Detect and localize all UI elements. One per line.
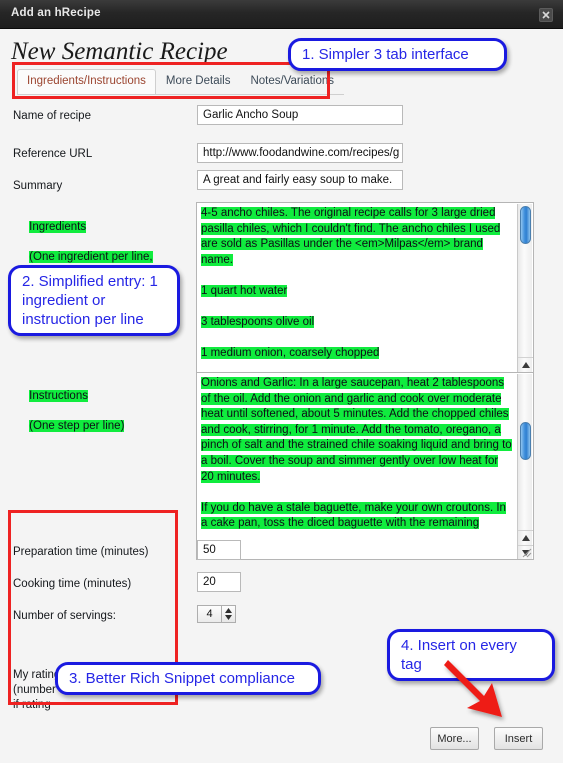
label-ingredients-line2: (One ingredient per line, bbox=[29, 251, 153, 263]
instructions-scrollbar-thumb[interactable] bbox=[520, 422, 531, 460]
label-number-of-servings: Number of servings: bbox=[13, 610, 116, 622]
stepper-down-icon[interactable] bbox=[225, 615, 232, 620]
annotation-callout-2: 2. Simplified entry: 1 ingredient or ins… bbox=[8, 265, 180, 336]
scroll-up-icon[interactable] bbox=[518, 357, 533, 372]
ingredient-line-2: 3 tablespoons olive oil bbox=[201, 316, 315, 329]
label-cooking-time: Cooking time (minutes) bbox=[13, 578, 132, 590]
ingredient-line-0: 4-5 ancho chiles. The original recipe ca… bbox=[201, 207, 501, 266]
label-reference-url: Reference URL bbox=[13, 148, 93, 160]
scroll-up-icon[interactable] bbox=[518, 530, 533, 545]
more-button[interactable]: More... bbox=[430, 727, 479, 750]
resize-grip-icon[interactable] bbox=[519, 545, 532, 558]
close-glyph bbox=[542, 11, 550, 19]
servings-value[interactable]: 4 bbox=[197, 605, 221, 623]
preparation-time-input[interactable]: 50 bbox=[197, 540, 241, 560]
instructions-content: Onions and Garlic: In a large saucepan, … bbox=[201, 376, 513, 548]
ingredient-line-3: 1 medium onion, coarsely chopped bbox=[201, 347, 380, 360]
summary-input[interactable]: A great and fairly easy soup to make. bbox=[197, 170, 403, 190]
page-title: New Semantic Recipe bbox=[11, 38, 228, 65]
label-my-rating-line3: if rating bbox=[13, 699, 51, 711]
label-instructions-line2: (One step per line) bbox=[29, 420, 125, 432]
window-title: Add an hRecipe bbox=[11, 7, 101, 19]
dialog-window: Add an hRecipe New Semantic Recipe Ingre… bbox=[0, 0, 563, 763]
ingredient-line-1: 1 quart hot water bbox=[201, 284, 288, 297]
tab-more-details[interactable]: More Details bbox=[156, 69, 241, 94]
ingredients-scrollbar-thumb[interactable] bbox=[520, 206, 531, 244]
servings-stepper[interactable]: 4 bbox=[197, 605, 236, 623]
ingredients-textarea[interactable]: 4-5 ancho chiles. The original recipe ca… bbox=[196, 202, 534, 387]
close-icon[interactable] bbox=[539, 8, 553, 22]
label-name-of-recipe: Name of recipe bbox=[13, 110, 91, 122]
instruction-line-1: If you do have a stale baguette, make yo… bbox=[201, 501, 506, 530]
stepper-up-icon[interactable] bbox=[225, 608, 232, 613]
instructions-textarea[interactable]: Onions and Garlic: In a large saucepan, … bbox=[196, 372, 534, 560]
servings-stepper-arrows[interactable] bbox=[221, 605, 236, 623]
cooking-time-input[interactable]: 20 bbox=[197, 572, 241, 592]
reference-url-input[interactable]: http://www.foodandwine.com/recipes/g bbox=[197, 143, 403, 163]
tab-notes-variations[interactable]: Notes/Variations bbox=[240, 69, 344, 94]
ingredients-scrollbar[interactable] bbox=[517, 204, 533, 386]
label-instructions-line1: Instructions bbox=[29, 390, 88, 402]
recipe-name-input[interactable]: Garlic Ancho Soup bbox=[197, 105, 403, 125]
instruction-line-0: Onions and Garlic: In a large saucepan, … bbox=[201, 377, 512, 483]
annotation-callout-3: 3. Better Rich Snippet compliance bbox=[55, 662, 321, 695]
annotation-callout-4: 4. Insert on every tag bbox=[387, 629, 555, 681]
annotation-callout-1: 1. Simpler 3 tab interface bbox=[288, 38, 507, 71]
tab-ingredients-instructions[interactable]: Ingredients/Instructions bbox=[17, 69, 156, 94]
label-ingredients-line1: Ingredients bbox=[29, 221, 87, 233]
label-preparation-time: Preparation time (minutes) bbox=[13, 546, 149, 558]
label-summary: Summary bbox=[13, 180, 63, 192]
tab-strip: Ingredients/Instructions More Details No… bbox=[17, 69, 344, 95]
title-bar: Add an hRecipe bbox=[0, 0, 563, 29]
ingredients-content: 4-5 ancho chiles. The original recipe ca… bbox=[201, 206, 511, 378]
instructions-scrollbar[interactable] bbox=[517, 374, 533, 559]
label-instructions: Instructions (One step per line) bbox=[10, 374, 125, 449]
insert-button[interactable]: Insert bbox=[494, 727, 543, 750]
